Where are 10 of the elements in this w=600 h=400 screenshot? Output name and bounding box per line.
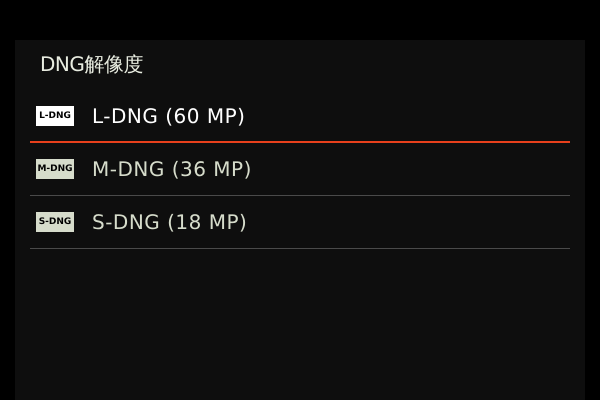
menu-title: DNG解像度 [39, 51, 144, 78]
menu-option[interactable]: S-DNG S-DNG (18 MP) [30, 196, 570, 249]
option-label: M-DNG (36 MP) [92, 156, 252, 183]
menu-option[interactable]: L-DNG L-DNG (60 MP) [30, 90, 570, 143]
option-badge: L-DNG [36, 106, 74, 126]
menu-option[interactable]: M-DNG M-DNG (36 MP) [30, 143, 570, 196]
option-badge: M-DNG [36, 159, 74, 179]
option-badge: S-DNG [36, 212, 74, 232]
option-label: L-DNG (60 MP) [92, 102, 246, 130]
option-label: S-DNG (18 MP) [92, 209, 248, 236]
